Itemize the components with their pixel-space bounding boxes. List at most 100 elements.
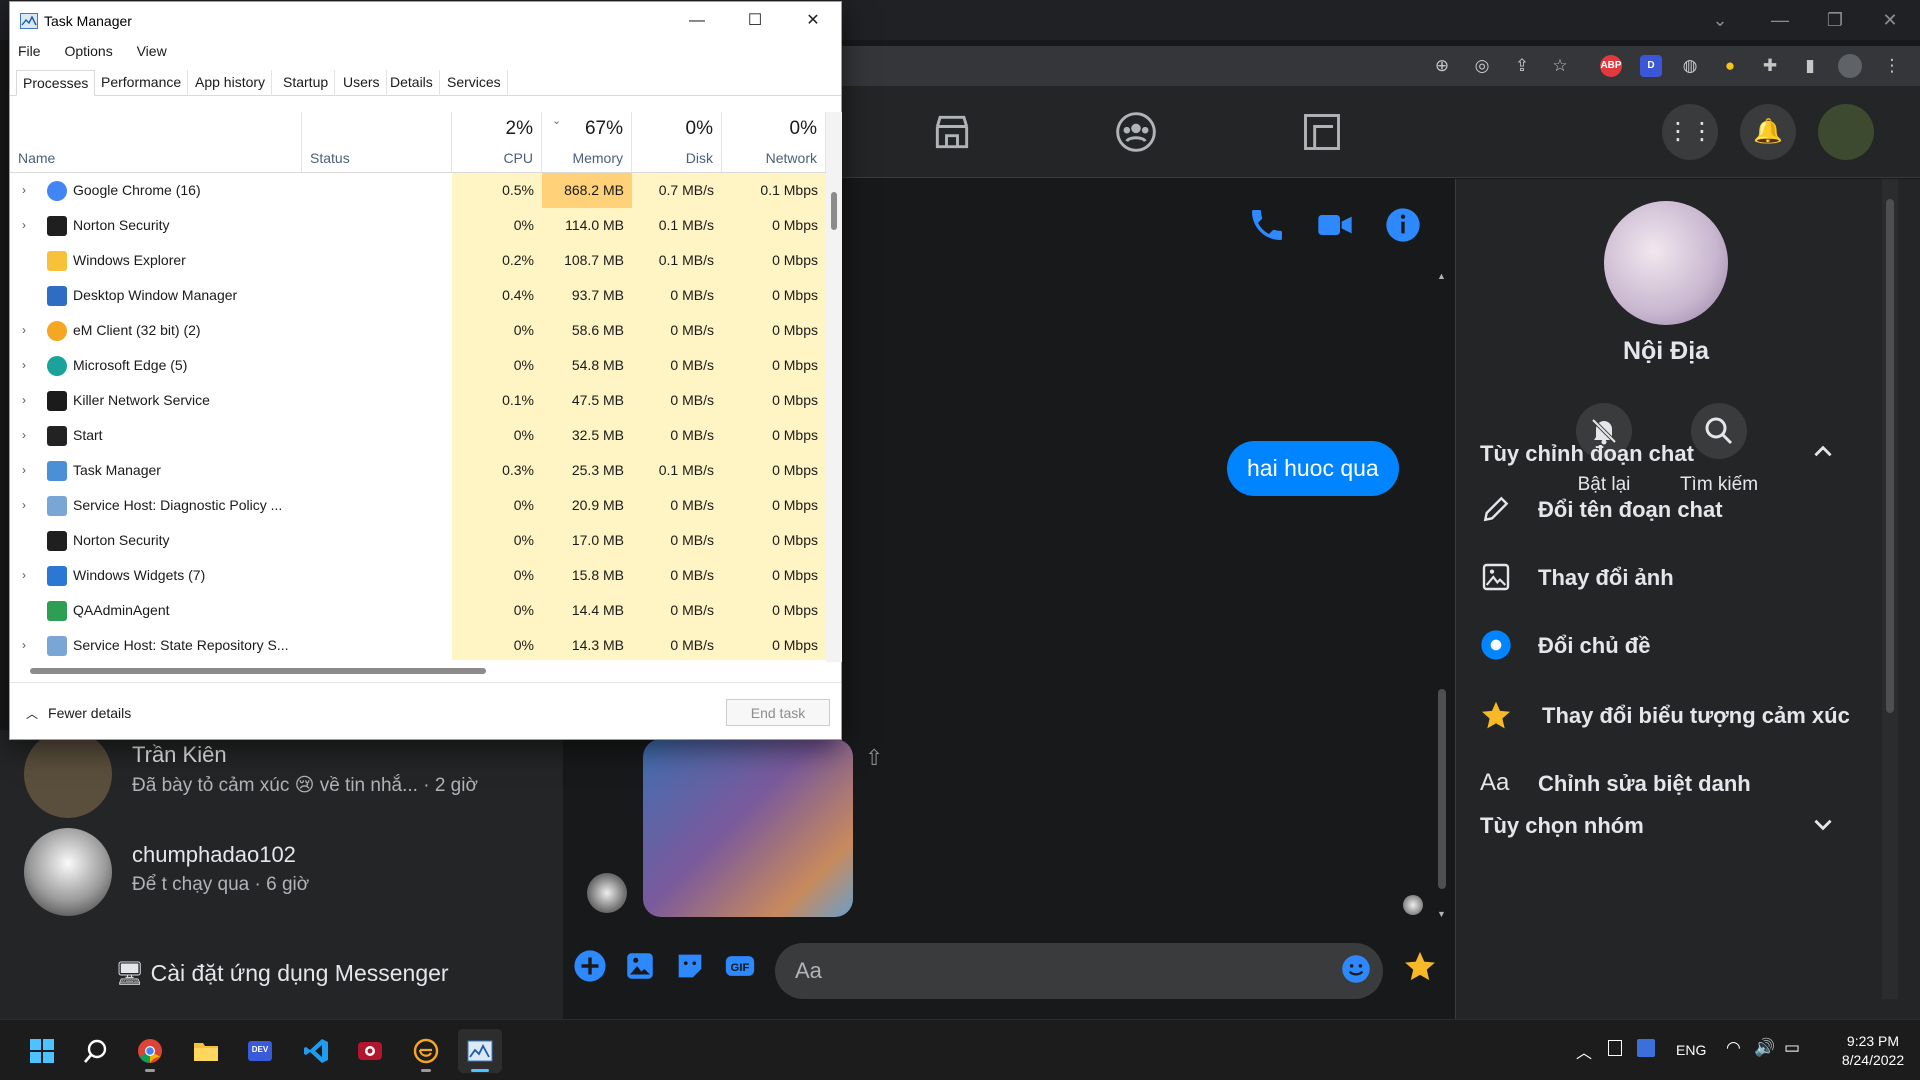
end-task-button[interactable]: End task	[726, 699, 830, 726]
task-manager-titlebar[interactable]: Task Manager — ☐ ✕	[10, 2, 841, 40]
menu-options[interactable]: Options	[64, 43, 112, 59]
taskbar-search-button[interactable]	[74, 1029, 118, 1073]
expand-chevron-icon[interactable]: ›	[22, 453, 26, 488]
coin-extension-icon[interactable]: ●	[1718, 54, 1742, 78]
install-messenger-button[interactable]: 🖥 Cài đặt ứng dụng Messenger	[115, 960, 449, 987]
change-emoji-item[interactable]: Thay đổi biểu tượng cảm xúc	[1480, 691, 1880, 739]
account-avatar[interactable]	[1818, 104, 1874, 160]
zoom-icon[interactable]: ⊕	[1430, 54, 1454, 78]
chrome-minimize-button[interactable]: —	[1760, 8, 1800, 32]
column-header-memory[interactable]: ⌄ 67% Memory	[542, 112, 632, 172]
column-header-name[interactable]: Name	[10, 112, 302, 172]
d-extension-icon[interactable]: D	[1640, 55, 1662, 77]
bookmark-star-icon[interactable]: ☆	[1548, 54, 1572, 78]
tab-startup[interactable]: Startup	[277, 70, 336, 96]
list-item[interactable]: chumphadao102 Để t chạy qua · 6 giờ	[24, 828, 544, 918]
table-row[interactable]: › eM Client (32 bit) (2) 0% 58.6 MB 0 MB/s 0 …	[10, 313, 826, 348]
menu-file[interactable]: File	[18, 43, 41, 59]
expand-chevron-icon[interactable]: ›	[22, 628, 26, 660]
edit-nickname-item[interactable]: Aa Chỉnh sửa biệt danh	[1480, 759, 1880, 807]
groups-icon[interactable]	[1114, 110, 1158, 154]
column-header-disk[interactable]: 0% Disk	[632, 112, 722, 172]
column-header-network[interactable]: 0% Network	[722, 112, 826, 172]
taskbar-task-manager[interactable]	[458, 1029, 502, 1073]
table-row[interactable]: QAAdminAgent 0% 14.4 MB 0 MB/s 0 Mbps	[10, 593, 826, 628]
chat-scrollbar[interactable]: ▲ ▼	[1435, 271, 1449, 919]
taskbar-em-client[interactable]	[404, 1029, 448, 1073]
vertical-scrollbar[interactable]	[826, 112, 842, 662]
expand-chevron-icon[interactable]: ›	[22, 208, 26, 243]
chevron-down-icon[interactable]	[1810, 811, 1836, 837]
expand-chevron-icon[interactable]: ›	[22, 488, 26, 523]
fewer-details-button[interactable]: ︿ Fewer details	[26, 705, 131, 722]
table-row[interactable]: › Task Manager 0.3% 25.3 MB 0.1 MB/s 0 Mbps	[10, 453, 826, 488]
chrome-menu-icon[interactable]: ⋮	[1880, 54, 1904, 78]
rename-chat-item[interactable]: Đổi tên đoạn chat	[1480, 485, 1880, 533]
taskbar-chrome[interactable]	[128, 1029, 172, 1073]
volume-icon[interactable]: 🔊	[1754, 1038, 1775, 1058]
sticker-image[interactable]	[643, 739, 853, 917]
change-photo-item[interactable]: Thay đổi ảnh	[1480, 553, 1880, 601]
expand-chevron-icon[interactable]: ›	[22, 418, 26, 453]
table-row[interactable]: › Killer Network Service 0.1% 47.5 MB 0 MB/s…	[10, 383, 826, 418]
message-input[interactable]	[775, 943, 1383, 999]
taskbar-vscode[interactable]	[294, 1029, 338, 1073]
tab-details[interactable]: Details	[384, 70, 440, 96]
menu-view[interactable]: View	[137, 43, 167, 59]
globe-extension-icon[interactable]: ◍	[1678, 54, 1702, 78]
tray-blue-app-icon[interactable]	[1637, 1039, 1655, 1057]
chat-info-icon[interactable]	[1383, 205, 1423, 245]
maximize-button[interactable]: ☐	[726, 2, 784, 40]
tab-users[interactable]: Users	[337, 70, 387, 96]
table-row[interactable]: › Windows Widgets (7) 0% 15.8 MB 0 MB/s 0 Mbp…	[10, 558, 826, 593]
language-indicator[interactable]: ENG	[1676, 1042, 1706, 1058]
customize-chat-section[interactable]: Tùy chỉnh đoạn chat	[1480, 441, 1694, 467]
list-item[interactable]: Trần Kiên Đã bày tỏ cảm xúc 😢 về tin nhắ…	[24, 730, 544, 820]
tray-app-icon[interactable]	[1608, 1040, 1622, 1056]
show-hidden-icons-chevron-icon[interactable]: ︿	[1576, 1039, 1592, 1063]
photo-gallery-icon[interactable]	[623, 949, 657, 983]
expand-chevron-icon[interactable]: ›	[22, 383, 26, 418]
tab-performance[interactable]: Performance	[95, 70, 189, 96]
chrome-restore-button[interactable]: ❐	[1815, 8, 1855, 32]
column-header-cpu[interactable]: 2% CPU	[452, 112, 542, 172]
system-clock[interactable]: 9:23 PM 8/24/2022	[1828, 1032, 1918, 1070]
star-emoji-icon[interactable]	[1403, 949, 1437, 983]
table-row[interactable]: › Start 0% 32.5 MB 0 MB/s 0 Mbps	[10, 418, 826, 453]
change-theme-item[interactable]: Đổi chủ đề	[1480, 621, 1880, 669]
expand-chevron-icon[interactable]: ›	[22, 558, 26, 593]
taskbar-file-explorer[interactable]	[184, 1029, 228, 1073]
group-avatar[interactable]	[1604, 201, 1728, 325]
table-row[interactable]: › Microsoft Edge (5) 0% 54.8 MB 0 MB/s 0 Mbps	[10, 348, 826, 383]
sticker-icon[interactable]	[673, 949, 707, 983]
expand-chevron-icon[interactable]: ›	[22, 348, 26, 383]
share-icon[interactable]: ⇧	[865, 745, 883, 771]
extensions-puzzle-icon[interactable]: ✚	[1758, 54, 1782, 78]
table-row[interactable]: › Service Host: Diagnostic Policy ... 0% 20…	[10, 488, 826, 523]
adblock-extension-icon[interactable]: ABP	[1600, 55, 1622, 77]
tab-processes[interactable]: Processes	[16, 70, 96, 96]
share-icon[interactable]: ⇪	[1510, 54, 1534, 78]
start-button[interactable]	[20, 1029, 64, 1073]
table-row[interactable]: Windows Explorer 0.2% 108.7 MB 0.1 MB/s 0 Mb…	[10, 243, 826, 278]
table-row[interactable]: › Google Chrome (16) 0.5% 868.2 MB 0.7 MB/s 0…	[10, 173, 826, 208]
table-row[interactable]: Norton Security 0% 17.0 MB 0 MB/s 0 Mbps	[10, 523, 826, 558]
table-row[interactable]: Desktop Window Manager 0.4% 93.7 MB 0 MB/s 0…	[10, 278, 826, 313]
minimize-button[interactable]: —	[668, 2, 726, 40]
expand-chevron-icon[interactable]: ›	[22, 313, 26, 348]
notifications-bell-icon[interactable]: 🔔	[1740, 104, 1796, 160]
expand-chevron-icon[interactable]: ›	[22, 173, 26, 208]
gif-icon[interactable]: GIF	[723, 949, 757, 983]
eye-off-icon[interactable]: ◎	[1470, 54, 1494, 78]
table-row[interactable]: › Norton Security 0% 114.0 MB 0.1 MB/s 0 Mbps	[10, 208, 826, 243]
taskbar-screen-recorder[interactable]	[348, 1029, 392, 1073]
wifi-icon[interactable]: ◠	[1726, 1038, 1741, 1058]
table-row[interactable]: › Service Host: State Repository S... 0% 14…	[10, 628, 826, 660]
chevron-up-icon[interactable]	[1810, 439, 1836, 465]
column-header-status[interactable]: Status	[302, 112, 452, 172]
group-options-section[interactable]: Tùy chọn nhóm	[1480, 813, 1644, 839]
phone-call-icon[interactable]	[1247, 205, 1287, 245]
tab-app-history[interactable]: App history	[189, 70, 273, 96]
gaming-icon[interactable]	[1300, 110, 1344, 154]
plus-circle-icon[interactable]	[573, 949, 607, 983]
